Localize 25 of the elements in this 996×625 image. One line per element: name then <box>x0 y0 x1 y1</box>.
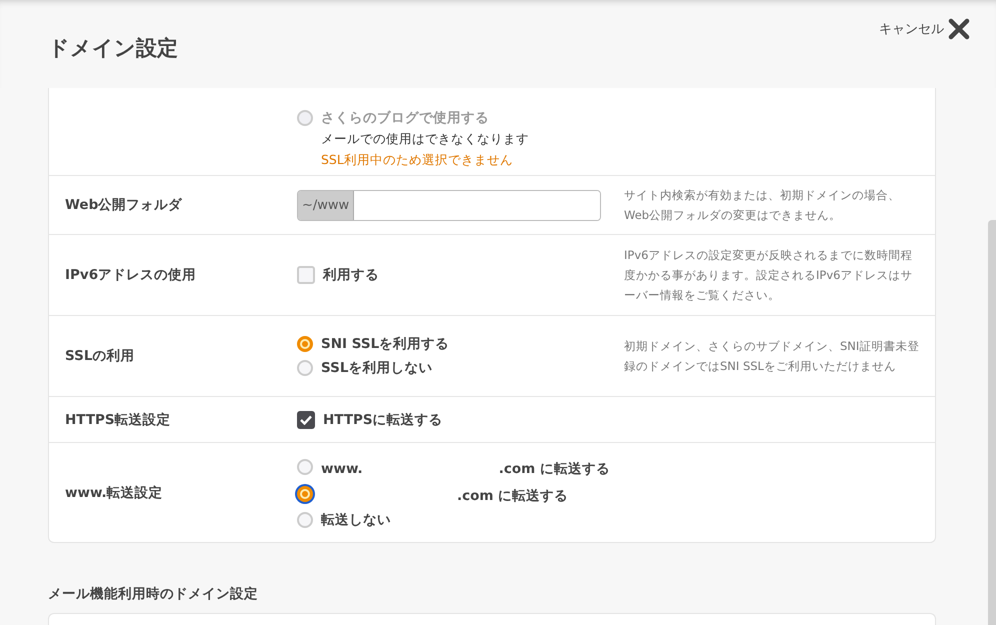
check-icon <box>300 414 312 424</box>
radio-option[interactable]: SSLを利用しない <box>297 359 624 377</box>
setting-note: サイト内検索が有効または、初期ドメインの場合、Web公開フォルダの変更はできません。 <box>624 187 901 224</box>
setting-label: HTTPS転送設定 <box>64 410 172 428</box>
folder-field[interactable]: ~/www <box>297 190 601 220</box>
setting-label: SSLの利用 <box>64 347 136 365</box>
setting-label: IPv6アドレスの使用 <box>64 266 198 284</box>
setting-note: IPv6アドレスの設定変更が反映されるまでに数時間程度かかる事があります。設定されるIPv6アドレスはサーバー情報をご覧ください。 <box>624 247 914 304</box>
section-title: メール機能利用時のドメイン設定 <box>48 585 259 603</box>
checkbox-option[interactable]: HTTPSに転送する <box>297 410 624 428</box>
page-title: ドメイン設定 <box>48 35 178 62</box>
setting-label: Web公開フォルダ <box>64 196 184 214</box>
setting-label: www.転送設定 <box>64 484 164 502</box>
option-note: メールでの使用はできなくなります <box>320 131 530 148</box>
radio-option[interactable]: SNI SSLを利用する <box>297 335 624 353</box>
radio-option[interactable]: 転送しない <box>297 510 624 528</box>
checkbox-option[interactable]: 利用する <box>297 266 624 284</box>
cancel-button[interactable]: キャンセル <box>879 18 970 40</box>
setting-note: 初期ドメイン、さくらのサブドメイン、SNI証明書未登録のドメインではSNI SSLをご利用いただけません <box>624 338 920 375</box>
radio-option[interactable]: .com に転送する <box>297 484 624 504</box>
warning-text: SSL利用中のため選択できません <box>320 152 514 169</box>
folder-prefix: ~/www <box>298 190 354 220</box>
close-icon <box>948 18 970 40</box>
scrollbar-thumb[interactable] <box>988 220 996 625</box>
radio-option[interactable]: www. .com に転送する <box>297 456 624 478</box>
